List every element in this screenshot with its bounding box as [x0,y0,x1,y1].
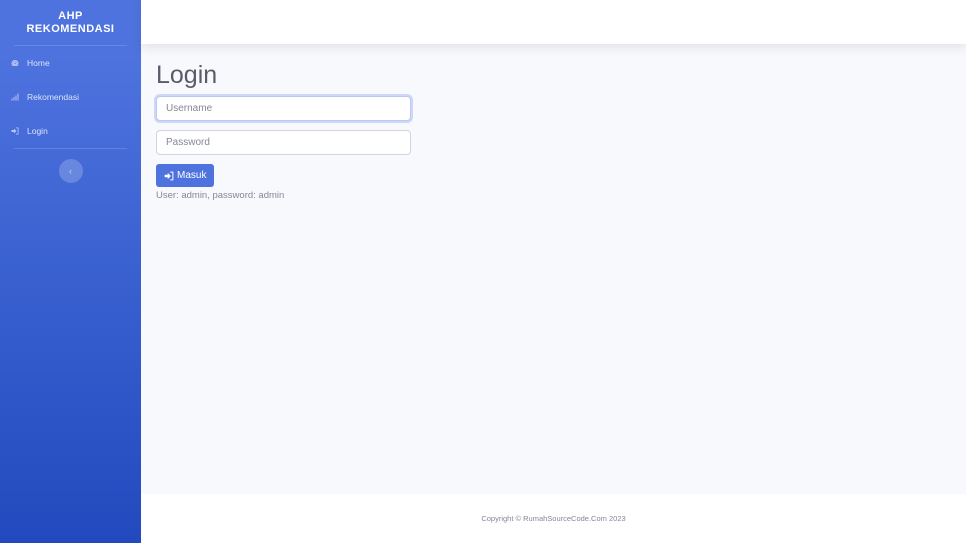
copyright-text: Copyright © RumahSourceCode.Com 2023 [481,514,626,523]
login-hint: User: admin, password: admin [156,190,285,201]
dashboard-icon [11,59,23,67]
sidebar-toggle-button[interactable]: ‹ [58,159,83,183]
sidebar-item-login[interactable]: Login [0,114,141,148]
sidebar-item-label: Login [27,126,48,136]
sidebar-item-home[interactable]: Home [0,46,141,80]
masuk-button-label: Masuk [177,170,207,181]
sidebar-item-rekomendasi[interactable]: Rekomendasi [0,80,141,114]
topbar [141,0,966,44]
username-input[interactable] [156,96,411,121]
password-input[interactable] [156,130,411,155]
sign-in-icon [11,127,23,135]
sidebar-divider [14,148,127,149]
chevron-left-icon: ‹ [69,166,72,176]
sign-in-icon [164,171,174,180]
sidebar-brand[interactable]: AHP REKOMENDASI [0,1,141,45]
sidebar: AHP REKOMENDASI Home Rekomendasi Login ‹ [0,0,141,543]
signal-bars-icon [11,93,23,101]
footer: Copyright © RumahSourceCode.Com 2023 [141,494,966,543]
page-title: Login [156,61,218,89]
brand-line-2: REKOMENDASI [26,23,115,35]
sidebar-item-label: Home [27,58,50,68]
masuk-button[interactable]: Masuk [156,164,215,187]
sidebar-item-label: Rekomendasi [27,92,79,102]
login-form: Login Masuk User: admin, password: admin [156,60,416,201]
brand-line-1: AHP [58,10,83,22]
